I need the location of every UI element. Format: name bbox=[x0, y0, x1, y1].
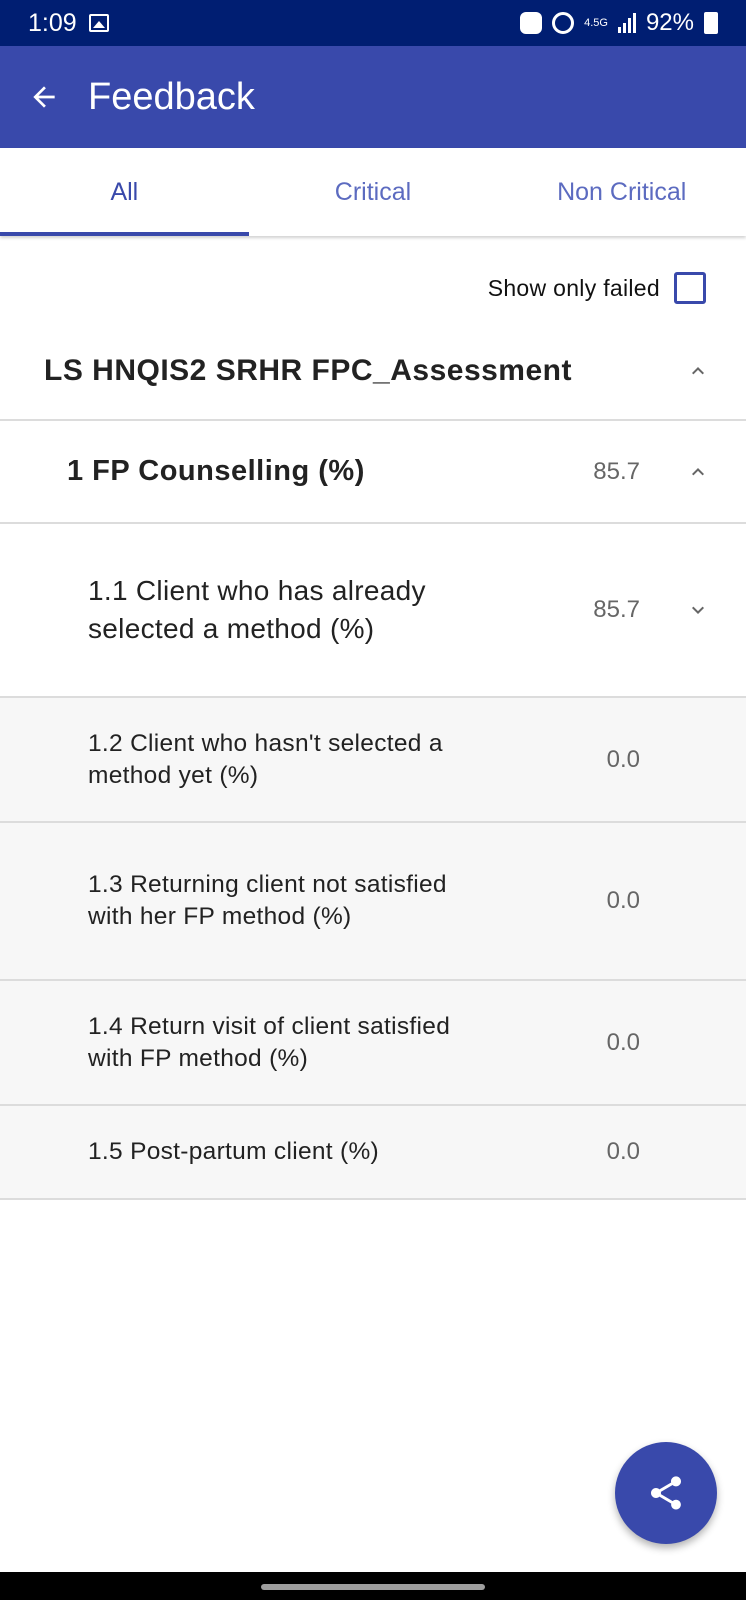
question-row: 1.5 Post-partum client (%) 0.0 bbox=[0, 1106, 746, 1200]
show-only-failed-filter: Show only failed bbox=[488, 272, 706, 304]
app-notification-icon bbox=[520, 12, 543, 34]
app-bar: Feedback bbox=[0, 46, 746, 148]
back-arrow-icon[interactable] bbox=[26, 79, 62, 115]
status-time: 1:09 bbox=[28, 8, 77, 37]
tab-critical[interactable]: Critical bbox=[249, 148, 498, 236]
section-score: 85.7 bbox=[593, 457, 640, 485]
status-bar: 1:09 4.5G 92% bbox=[0, 0, 746, 46]
status-indicators: 4.5G 92% bbox=[520, 9, 718, 37]
image-notification-icon bbox=[88, 14, 109, 32]
signal-icon bbox=[617, 13, 636, 33]
assessment-header[interactable]: LS HNQIS2 SRHR FPC_Assessment bbox=[0, 322, 746, 421]
network-type: 4.5G bbox=[584, 17, 608, 29]
tab-bar: All Critical Non Critical bbox=[0, 148, 746, 236]
question-label: 1.2 Client who hasn't selected a method … bbox=[88, 729, 443, 789]
question-score: 0.0 bbox=[606, 887, 640, 914]
chevron-up-icon[interactable] bbox=[686, 359, 710, 383]
share-icon bbox=[651, 1476, 681, 1510]
question-label: 1.4 Return visit of client satisfied wit… bbox=[88, 1012, 451, 1072]
show-only-failed-label: Show only failed bbox=[487, 274, 660, 301]
question-score: 0.0 bbox=[606, 745, 640, 773]
question-label: 1.5 Post-partum client (%) bbox=[88, 1138, 380, 1165]
question-row: 1.2 Client who hasn't selected a method … bbox=[0, 698, 746, 823]
question-row[interactable]: 1.1 Client who has already selected a me… bbox=[0, 524, 746, 698]
question-label: 1.1 Client who has already selected a me… bbox=[88, 575, 426, 644]
question-score: 0.0 bbox=[606, 1028, 640, 1056]
tab-all[interactable]: All bbox=[0, 148, 249, 236]
question-row: 1.4 Return visit of client satisfied wit… bbox=[0, 981, 746, 1106]
tab-non-critical[interactable]: Non Critical bbox=[497, 148, 746, 236]
home-gesture-handle[interactable] bbox=[261, 1584, 485, 1590]
section-row[interactable]: 1 FP Counselling (%) 85.7 bbox=[0, 421, 746, 524]
question-row: 1.3 Returning client not satisfied with … bbox=[0, 823, 746, 981]
alarm-icon bbox=[552, 12, 575, 34]
question-score: 85.7 bbox=[593, 596, 640, 623]
chevron-down-icon[interactable] bbox=[686, 598, 710, 622]
show-only-failed-checkbox[interactable] bbox=[674, 272, 706, 304]
battery-level: 92% bbox=[645, 9, 694, 36]
battery-icon bbox=[704, 12, 718, 34]
question-score: 0.0 bbox=[606, 1138, 640, 1165]
section-title: 1 FP Counselling (%) bbox=[67, 455, 365, 487]
chevron-up-icon[interactable] bbox=[686, 460, 710, 484]
question-label: 1.3 Returning client not satisfied with … bbox=[88, 871, 447, 930]
page-title: Feedback bbox=[88, 75, 255, 118]
share-button[interactable] bbox=[615, 1442, 717, 1544]
assessment-title: LS HNQIS2 SRHR FPC_Assessment bbox=[44, 353, 572, 387]
